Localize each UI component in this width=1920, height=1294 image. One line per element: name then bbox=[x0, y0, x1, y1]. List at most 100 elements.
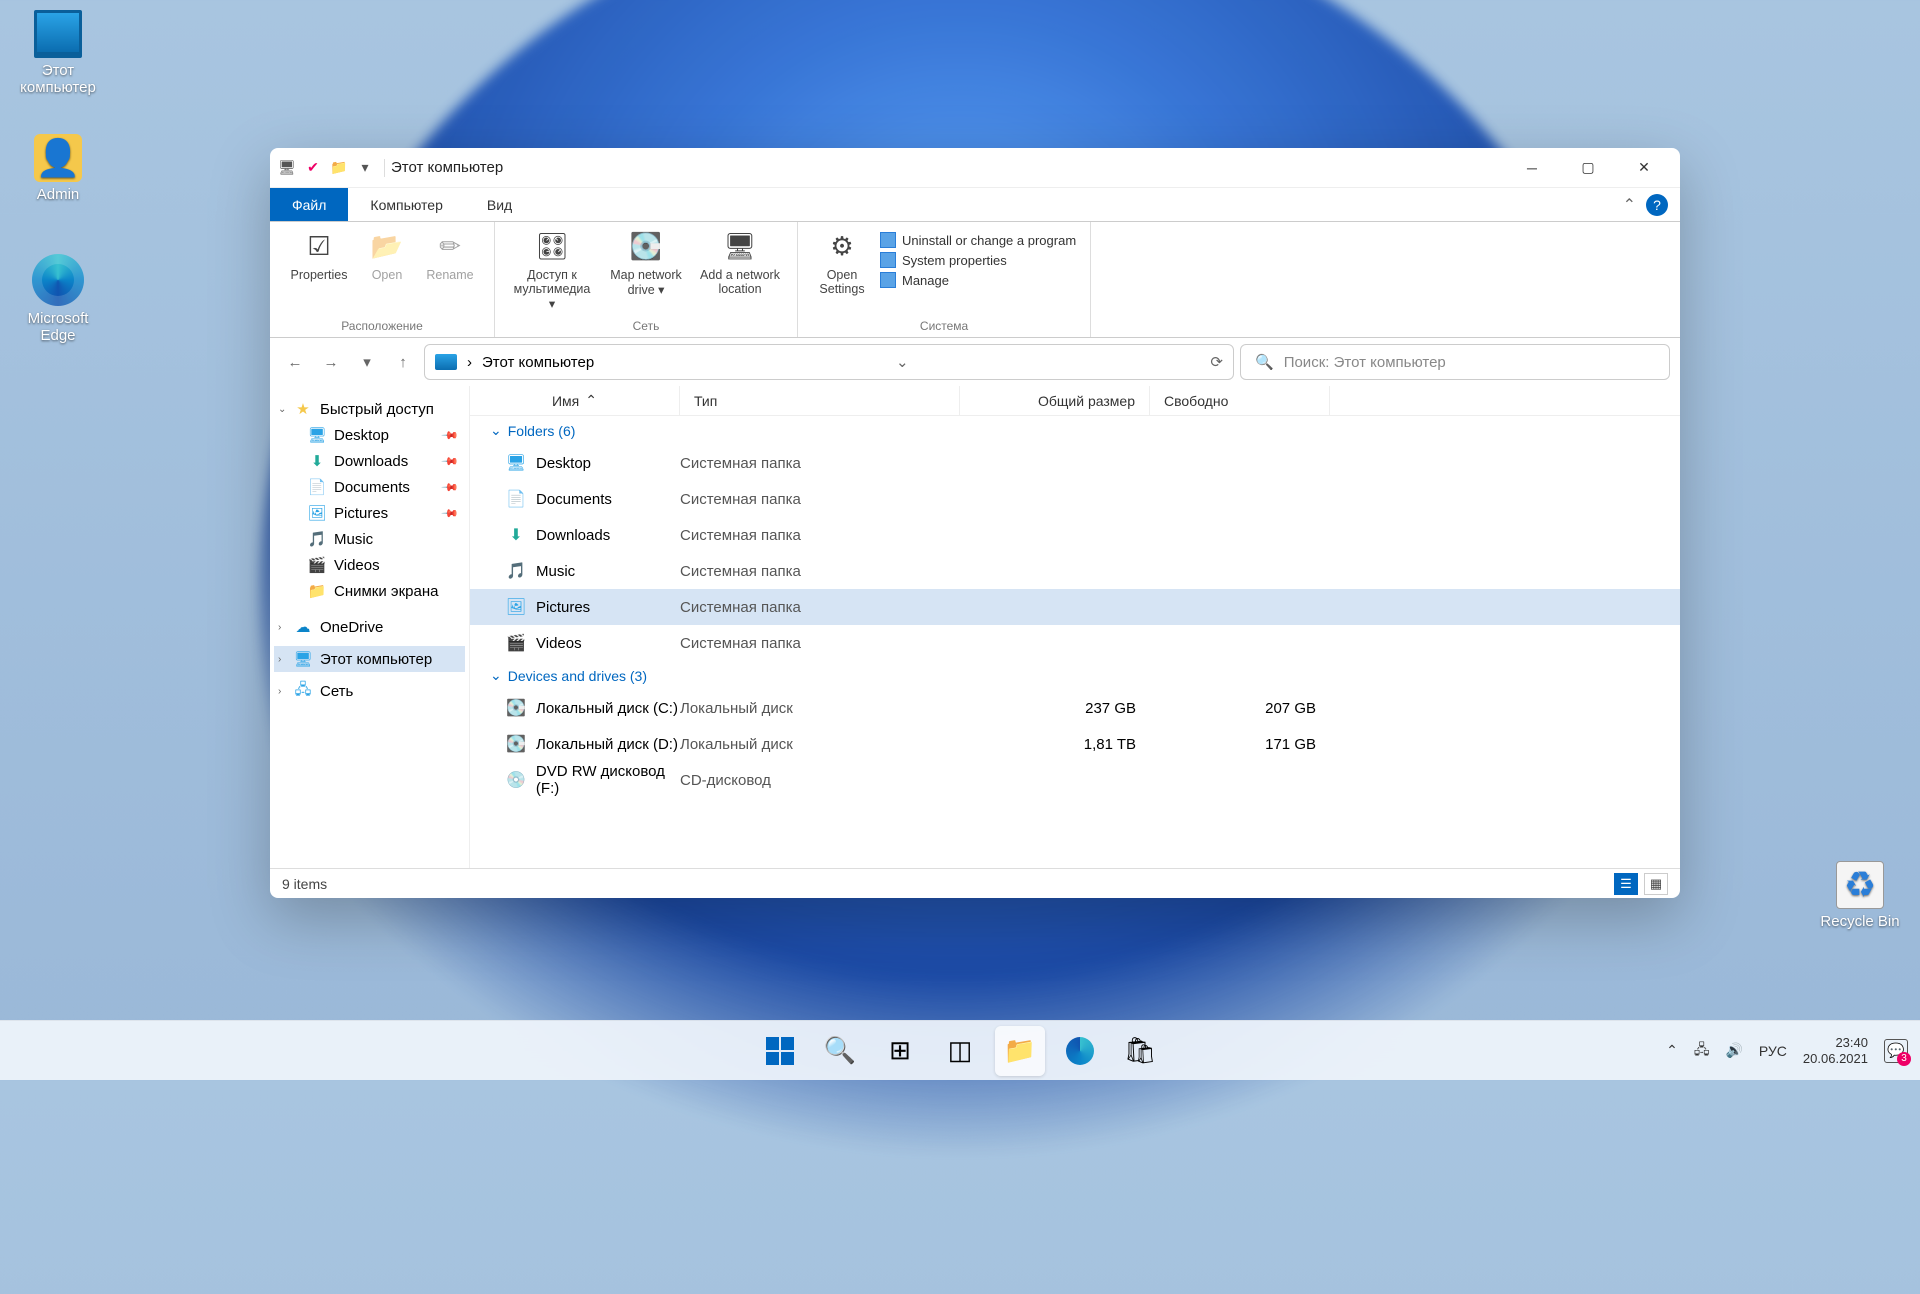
address-bar[interactable]: › Этот компьютер ⌄ ⟳ bbox=[424, 344, 1234, 380]
content-pane: Имя⌃ Тип Общий размер Свободно ⌄Folders … bbox=[470, 386, 1680, 868]
icons-view-button[interactable]: ▦ bbox=[1644, 873, 1668, 895]
pc-icon bbox=[435, 354, 457, 370]
collapse-ribbon-icon[interactable]: ⌃ bbox=[1623, 195, 1636, 215]
manage-link[interactable]: Manage bbox=[880, 272, 1076, 288]
col-size[interactable]: Общий размер bbox=[960, 386, 1150, 415]
nav-desktop[interactable]: 🖥Desktop📌 bbox=[274, 422, 465, 448]
title-bar[interactable]: 🖥 ✔ 📁 ▾ Этот компьютер ─ ▢ ✕ bbox=[270, 148, 1680, 188]
rename-button[interactable]: ✏ Rename bbox=[420, 228, 480, 282]
group-drives[interactable]: ⌄Devices and drives (3) bbox=[470, 661, 1680, 690]
drive-d[interactable]: 💽Локальный диск (D:)Локальный диск1,81 T… bbox=[470, 726, 1680, 762]
drive-f[interactable]: 💿DVD RW дисковод (F:)CD-дисковод bbox=[470, 762, 1680, 798]
notification-count: 3 bbox=[1897, 1052, 1911, 1066]
dropdown-icon[interactable]: ▾ bbox=[356, 159, 374, 177]
chevron-right-icon[interactable]: › bbox=[278, 654, 281, 665]
up-button[interactable]: ↑ bbox=[388, 347, 418, 377]
store-button[interactable]: 🛍 bbox=[1115, 1026, 1165, 1076]
folder-music[interactable]: 🎵MusicСистемная папка bbox=[470, 553, 1680, 589]
history-dropdown-icon[interactable]: ⌄ bbox=[896, 353, 909, 371]
folder-icon[interactable]: 📁 bbox=[330, 159, 348, 177]
chevron-down-icon: ⌄ bbox=[490, 422, 502, 439]
col-name[interactable]: Имя⌃ bbox=[470, 386, 680, 415]
nav-onedrive[interactable]: ›☁OneDrive bbox=[274, 614, 465, 640]
maximize-button[interactable]: ▢ bbox=[1560, 148, 1616, 188]
folder-desktop[interactable]: 🖥DesktopСистемная папка bbox=[470, 445, 1680, 481]
folder-documents[interactable]: 📄DocumentsСистемная папка bbox=[470, 481, 1680, 517]
nav-screenshots[interactable]: 📁Снимки экрана bbox=[274, 578, 465, 604]
desktop-icon-edge[interactable]: Microsoft Edge bbox=[8, 254, 108, 344]
video-icon: 🎬 bbox=[506, 633, 526, 653]
app-icon: 🖥 bbox=[278, 159, 296, 177]
back-button[interactable]: ← bbox=[280, 347, 310, 377]
open-settings-button[interactable]: ⚙ Open Settings bbox=[812, 228, 872, 296]
col-free[interactable]: Свободно bbox=[1150, 386, 1330, 415]
start-button[interactable] bbox=[755, 1026, 805, 1076]
folder-videos[interactable]: 🎬VideosСистемная папка bbox=[470, 625, 1680, 661]
language-indicator[interactable]: РУС bbox=[1759, 1043, 1787, 1059]
navigation-pane: ⌄ ★ Быстрый доступ 🖥Desktop📌 ⬇Downloads📌… bbox=[270, 386, 470, 868]
network-icon[interactable]: 🖧 bbox=[1694, 1039, 1710, 1063]
edge-icon bbox=[1066, 1037, 1094, 1065]
desktop-icon-recyclebin[interactable]: ♻ Recycle Bin bbox=[1810, 861, 1910, 930]
desktop-icon-admin[interactable]: 👤 Admin bbox=[8, 134, 108, 203]
chevron-right-icon[interactable]: › bbox=[278, 622, 281, 633]
uninstall-link[interactable]: Uninstall or change a program bbox=[880, 232, 1076, 248]
notifications-button[interactable]: 💬3 bbox=[1884, 1039, 1908, 1063]
address-path: Этот компьютер bbox=[482, 354, 594, 371]
widgets-button[interactable]: ◫ bbox=[935, 1026, 985, 1076]
clock[interactable]: 23:40 20.06.2021 bbox=[1803, 1035, 1868, 1066]
ribbon-tabs: Файл Компьютер Вид ⌃ ? bbox=[270, 188, 1680, 222]
nav-quickaccess[interactable]: ⌄ ★ Быстрый доступ bbox=[274, 396, 465, 422]
desktop-icon-thispc[interactable]: Этот компьютер bbox=[8, 10, 108, 96]
explorer-button[interactable]: 📁 bbox=[995, 1026, 1045, 1076]
add-location-button[interactable]: 🖥 Add a network location bbox=[697, 228, 783, 296]
volume-icon[interactable]: 🔊 bbox=[1725, 1042, 1742, 1059]
recent-dropdown[interactable]: ▾ bbox=[352, 347, 382, 377]
nav-videos[interactable]: 🎬Videos bbox=[274, 552, 465, 578]
properties-button[interactable]: ☑ Properties bbox=[284, 228, 354, 282]
pc-icon: 🖥 bbox=[294, 650, 312, 668]
nav-downloads[interactable]: ⬇Downloads📌 bbox=[274, 448, 465, 474]
forward-button[interactable]: → bbox=[316, 347, 346, 377]
folder-downloads[interactable]: ⬇DownloadsСистемная папка bbox=[470, 517, 1680, 553]
open-button[interactable]: 📂 Open bbox=[362, 228, 412, 282]
nav-music[interactable]: 🎵Music bbox=[274, 526, 465, 552]
tray-overflow-icon[interactable]: ⌃ bbox=[1666, 1042, 1678, 1059]
status-bar: 9 items ☰ ▦ bbox=[270, 868, 1680, 898]
nav-documents[interactable]: 📄Documents📌 bbox=[274, 474, 465, 500]
media-access-button[interactable]: 🎛 Доступ к мультимедиа ▾ bbox=[509, 228, 595, 311]
manage-icon bbox=[880, 272, 896, 288]
pin-icon: 📌 bbox=[441, 504, 460, 523]
tab-view[interactable]: Вид bbox=[465, 188, 534, 221]
group-folders[interactable]: ⌄Folders (6) bbox=[470, 416, 1680, 445]
col-type[interactable]: Тип bbox=[680, 386, 960, 415]
drive-c[interactable]: 💽Локальный диск (C:)Локальный диск237 GB… bbox=[470, 690, 1680, 726]
window-title: Этот компьютер bbox=[391, 159, 503, 176]
minimize-button[interactable]: ─ bbox=[1504, 148, 1560, 188]
document-icon: 📄 bbox=[308, 478, 326, 496]
refresh-icon[interactable]: ⟳ bbox=[1210, 353, 1223, 371]
help-icon[interactable]: ? bbox=[1646, 194, 1668, 216]
edge-button[interactable] bbox=[1055, 1026, 1105, 1076]
group-label: Сеть bbox=[633, 317, 660, 335]
tab-file[interactable]: Файл bbox=[270, 188, 348, 221]
chevron-down-icon[interactable]: ⌄ bbox=[278, 404, 286, 415]
desktop-icon: 🖥 bbox=[506, 453, 526, 473]
taskview-button[interactable]: ⊞ bbox=[875, 1026, 925, 1076]
nav-network[interactable]: ›🖧Сеть bbox=[274, 678, 465, 704]
program-icon bbox=[880, 232, 896, 248]
close-button[interactable]: ✕ bbox=[1616, 148, 1672, 188]
map-drive-button[interactable]: 💽 Map network drive ▾ bbox=[603, 228, 689, 297]
video-icon: 🎬 bbox=[308, 556, 326, 574]
nav-thispc[interactable]: ›🖥Этот компьютер bbox=[274, 646, 465, 672]
search-button[interactable]: 🔍 bbox=[815, 1026, 865, 1076]
details-view-button[interactable]: ☰ bbox=[1614, 873, 1638, 895]
checkmark-icon[interactable]: ✔ bbox=[304, 159, 322, 177]
folder-pictures[interactable]: 🖼PicturesСистемная папка bbox=[470, 589, 1680, 625]
system-properties-link[interactable]: System properties bbox=[880, 252, 1076, 268]
chevron-right-icon[interactable]: › bbox=[278, 686, 281, 697]
tab-computer[interactable]: Компьютер bbox=[348, 188, 464, 221]
search-box[interactable]: 🔍 Поиск: Этот компьютер bbox=[1240, 344, 1670, 380]
nav-pictures[interactable]: 🖼Pictures📌 bbox=[274, 500, 465, 526]
group-label: Система bbox=[920, 317, 968, 335]
